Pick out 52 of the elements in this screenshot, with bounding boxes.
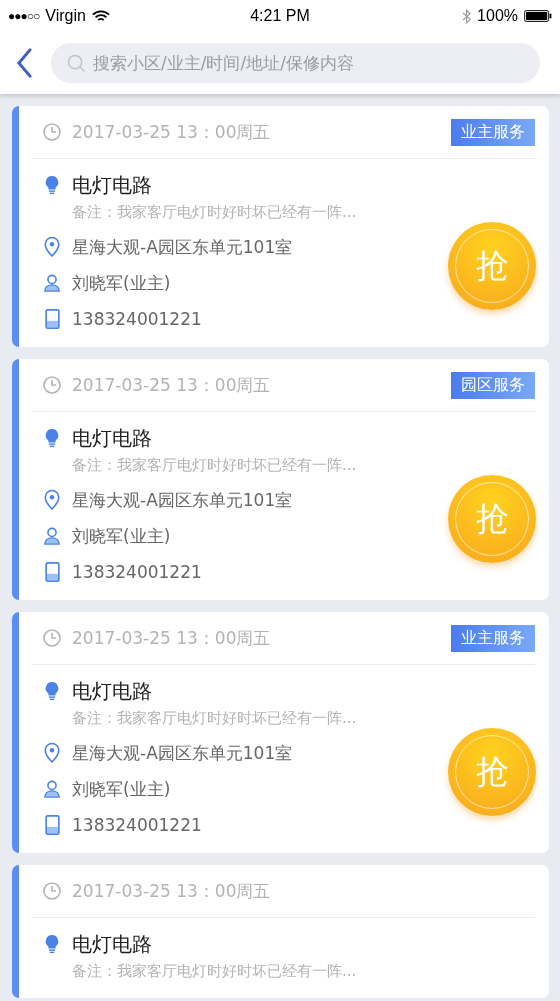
clock-icon — [42, 375, 62, 395]
carrier-name: Virgin — [45, 7, 86, 25]
lightbulb-icon — [43, 681, 61, 701]
person-icon — [43, 274, 61, 292]
address-text: 星海大观-A园区东单元101室 — [72, 488, 293, 512]
search-field[interactable]: 搜索小区/业主/时间/地址/保修内容 — [51, 43, 540, 83]
address-text: 星海大观-A园区东单元101室 — [72, 235, 293, 259]
order-title: 电灯电路 — [72, 171, 152, 199]
order-title: 电灯电路 — [72, 677, 152, 705]
battery-percentage: 100% — [477, 7, 518, 25]
phone-icon — [44, 562, 60, 582]
contact-name: 刘晓军(业主) — [72, 524, 171, 548]
lightbulb-icon — [43, 175, 61, 195]
order-note: 备注：我家客厅电灯时好时坏已经有一阵... — [71, 962, 358, 982]
order-time: 2017-03-25 13：00周五 — [72, 373, 272, 397]
person-icon — [43, 780, 61, 798]
contact-name: 刘晓军(业主) — [72, 271, 171, 295]
phone-number: 138324001221 — [72, 562, 202, 582]
order-time: 2017-03-25 13：00周五 — [72, 879, 272, 903]
phone-number: 138324001221 — [72, 815, 202, 835]
service-tag: 业主服务 — [451, 624, 535, 652]
service-tag: 园区服务 — [451, 371, 535, 399]
order-title: 电灯电路 — [72, 424, 152, 452]
order-note: 备注：我家客厅电灯时好时坏已经有一阵... — [71, 456, 358, 476]
address-text: 星海大观-A园区东单元101室 — [72, 741, 293, 765]
order-note: 备注：我家客厅电灯时好时坏已经有一阵... — [71, 709, 358, 729]
phone-icon — [44, 815, 60, 835]
clock-time: 4:21 PM — [250, 7, 310, 25]
person-icon — [43, 527, 61, 545]
lightbulb-icon — [43, 428, 61, 448]
battery-icon — [524, 10, 552, 22]
order-note: 备注：我家客厅电灯时好时坏已经有一阵... — [71, 203, 358, 223]
grab-order-button[interactable]: 抢 — [448, 222, 536, 310]
grab-order-button[interactable]: 抢 — [448, 475, 536, 563]
order-time: 2017-03-25 13：00周五 — [72, 626, 272, 650]
lightbulb-icon — [43, 934, 61, 954]
order-time: 2017-03-25 13：00周五 — [72, 120, 272, 144]
order-title: 电灯电路 — [72, 930, 152, 958]
signal-strength: ●●●○○ — [8, 9, 40, 23]
grab-order-button[interactable]: 抢 — [448, 728, 536, 816]
clock-icon — [42, 881, 62, 901]
clock-icon — [42, 122, 62, 142]
location-pin-icon — [43, 489, 61, 511]
phone-number: 138324001221 — [72, 309, 202, 329]
phone-icon — [44, 309, 60, 329]
clock-icon — [42, 628, 62, 648]
location-pin-icon — [43, 236, 61, 258]
contact-name: 刘晓军(业主) — [72, 777, 171, 801]
bluetooth-icon — [462, 7, 472, 25]
wifi-icon — [91, 9, 110, 23]
location-pin-icon — [43, 742, 61, 764]
service-tag: 业主服务 — [451, 118, 535, 146]
